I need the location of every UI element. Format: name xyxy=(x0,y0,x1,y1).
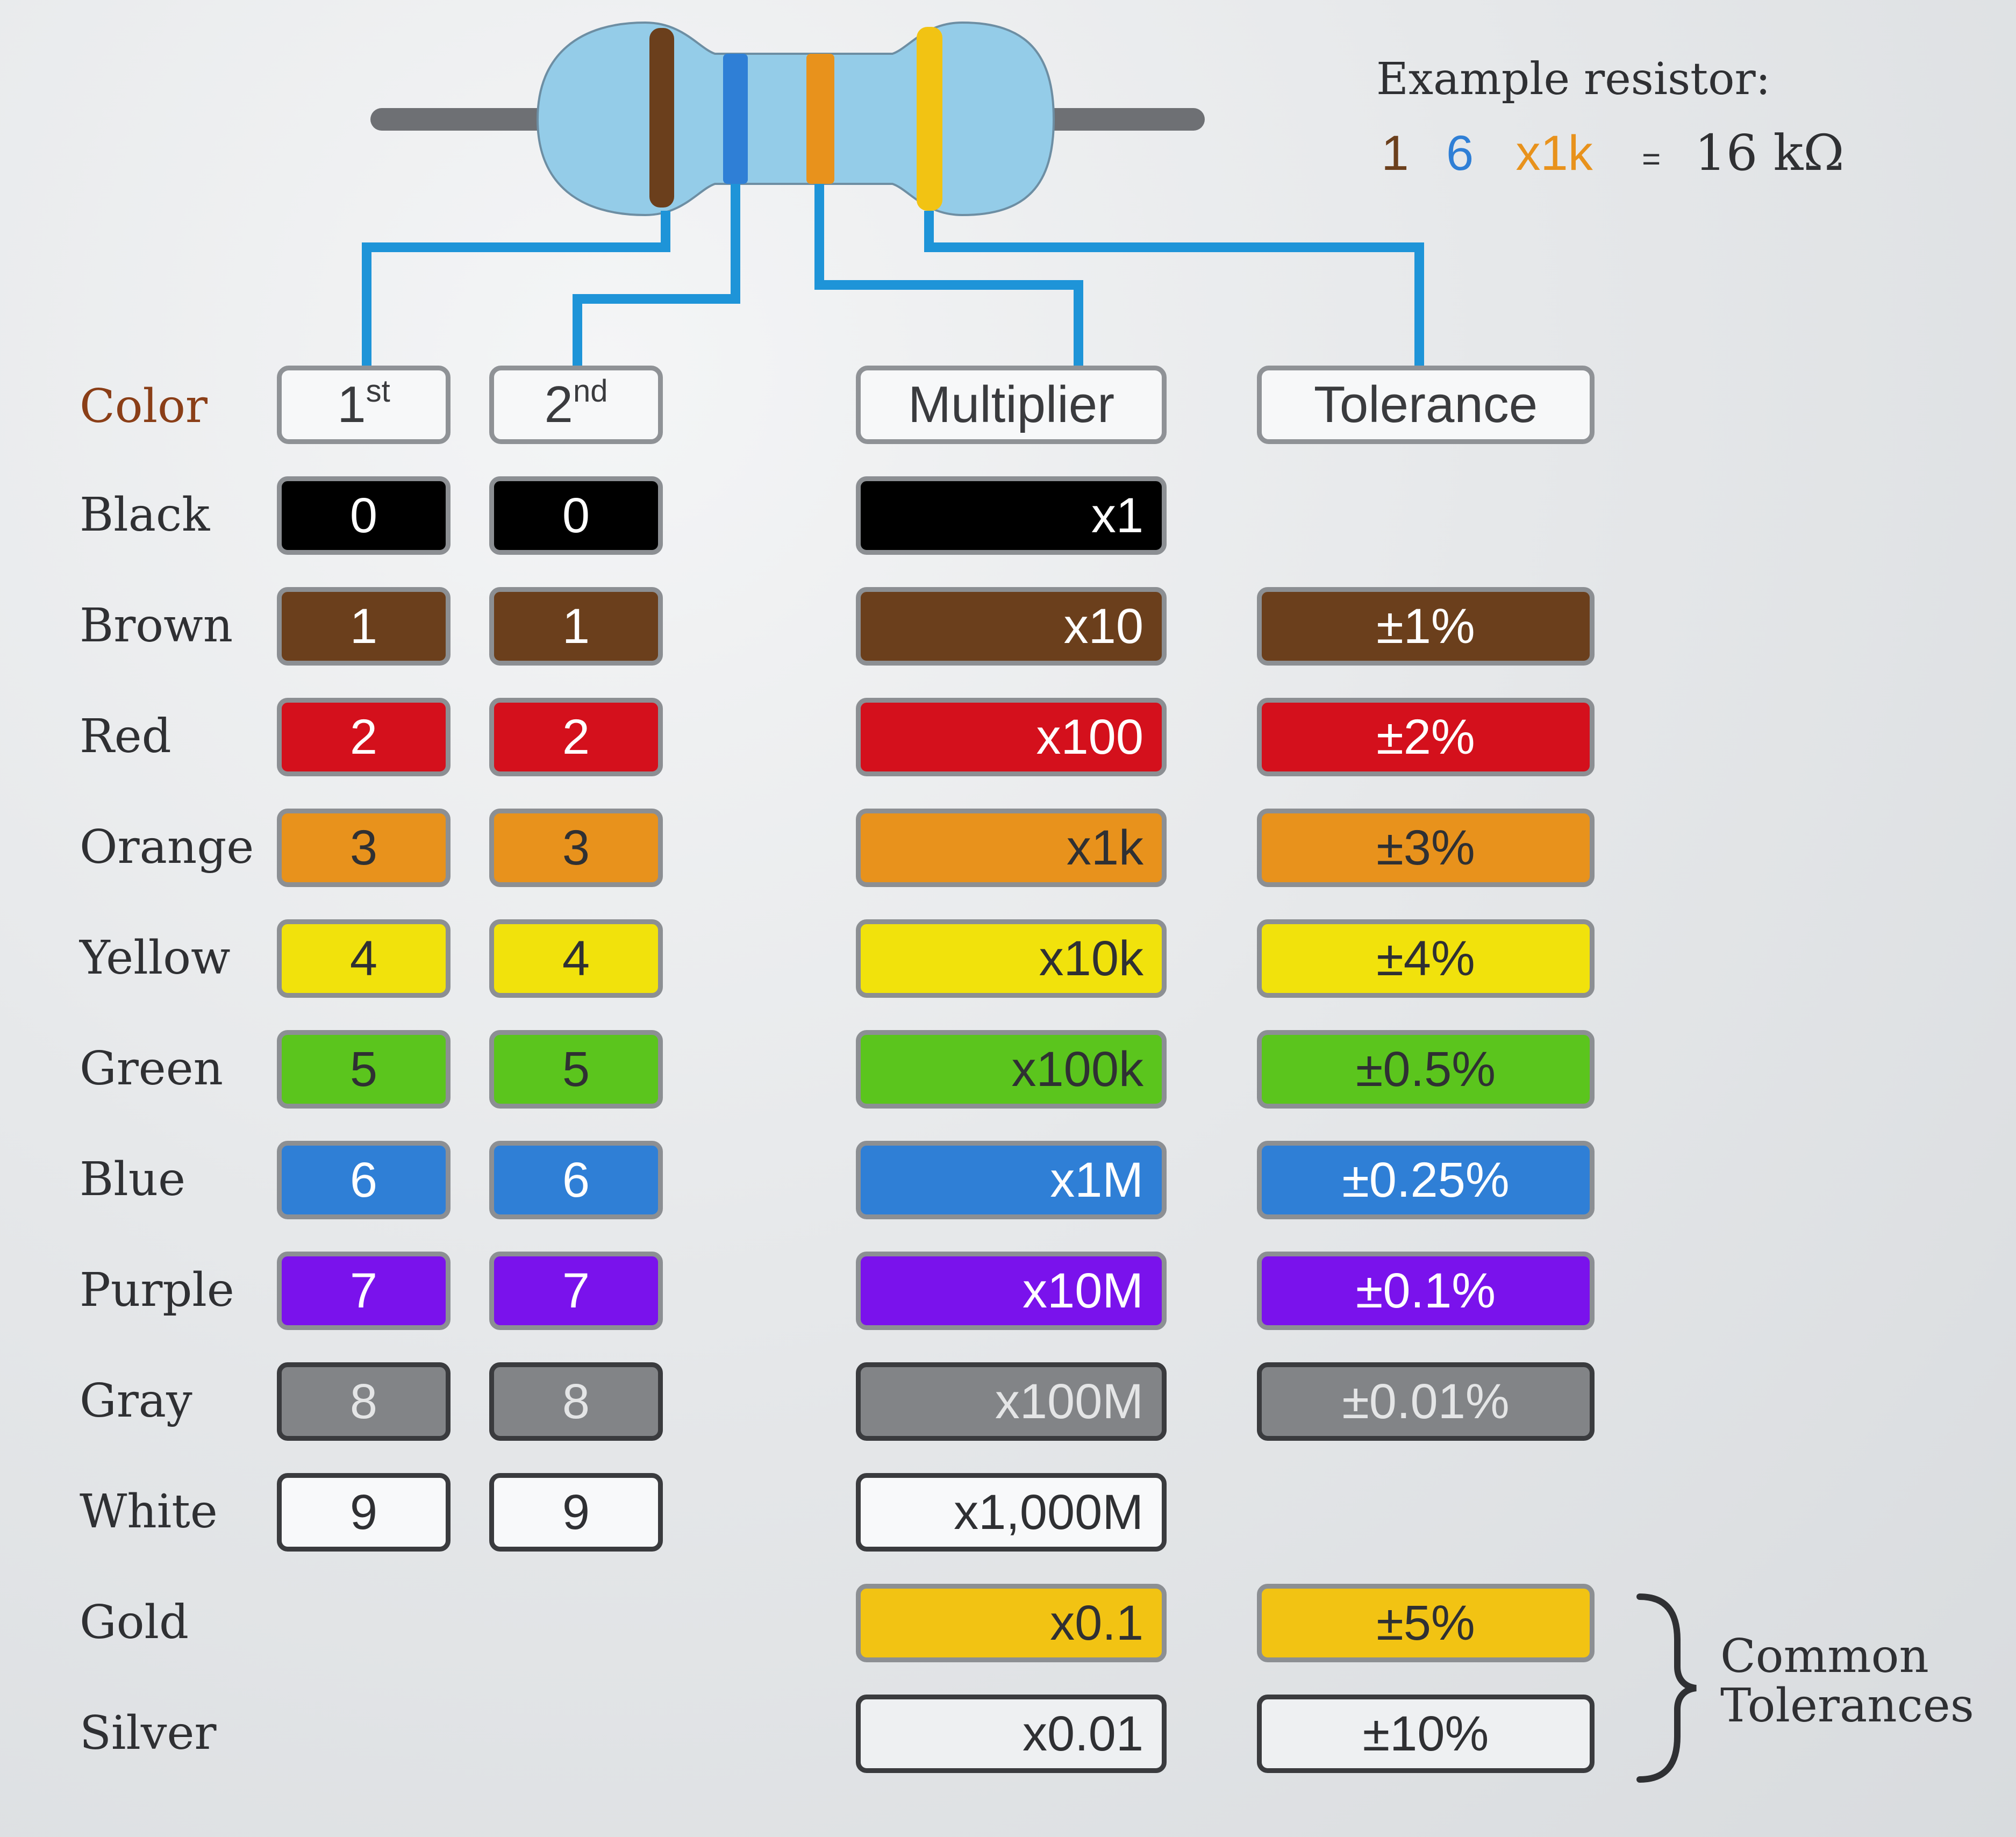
white-d1-cell: 9 xyxy=(277,1473,451,1552)
first-band-header-suffix: st xyxy=(366,374,390,409)
silver-tol-cell: ±10% xyxy=(1257,1695,1595,1773)
row-label-green: Green xyxy=(80,1042,223,1096)
example-digit-2: 6 xyxy=(1446,126,1474,181)
example-formula: 1 6 x1k = 16 kΩ xyxy=(1371,124,1855,183)
first-band-header-number: 1 xyxy=(337,376,366,433)
resistor-band-1 xyxy=(649,28,674,208)
example-equals: = xyxy=(1642,141,1661,177)
resistor-body xyxy=(536,21,1055,217)
resistor-band-4 xyxy=(917,27,942,211)
row-label-blue: Blue xyxy=(80,1153,185,1206)
gray-d1-cell: 8 xyxy=(277,1362,451,1441)
gray-d2-cell: 8 xyxy=(489,1362,663,1441)
red-mult-cell: x100 xyxy=(856,698,1167,776)
brown-d2-cell: 1 xyxy=(489,587,663,666)
row-label-black: Black xyxy=(80,488,210,542)
blue-d1-cell: 6 xyxy=(277,1141,451,1219)
orange-d1-cell: 3 xyxy=(277,809,451,887)
yellow-d1-cell: 4 xyxy=(277,919,451,998)
example-title: Example resistor: xyxy=(1376,54,1771,105)
row-label-white: White xyxy=(80,1485,218,1539)
row-label-purple: Purple xyxy=(80,1263,234,1317)
black-d1-cell: 0 xyxy=(277,476,451,555)
yellow-mult-cell: x10k xyxy=(856,919,1167,998)
orange-mult-cell: x1k xyxy=(856,809,1167,887)
row-label-gold: Gold xyxy=(80,1596,189,1649)
gold-tol-cell: ±5% xyxy=(1257,1584,1595,1662)
green-mult-cell: x100k xyxy=(856,1030,1167,1109)
purple-d1-cell: 7 xyxy=(277,1252,451,1330)
green-d1-cell: 5 xyxy=(277,1030,451,1109)
red-tol-cell: ±2% xyxy=(1257,698,1595,776)
example-digit-1: 1 xyxy=(1381,126,1409,181)
blue-d2-cell: 6 xyxy=(489,1141,663,1219)
second-band-header: 2nd xyxy=(489,366,663,444)
red-d1-cell: 2 xyxy=(277,698,451,776)
yellow-tol-cell: ±4% xyxy=(1257,919,1595,998)
purple-tol-cell: ±0.1% xyxy=(1257,1252,1595,1330)
row-label-gray: Gray xyxy=(80,1374,192,1428)
orange-tol-cell: ±3% xyxy=(1257,809,1595,887)
white-mult-cell: x1,000M xyxy=(856,1473,1167,1552)
orange-d2-cell: 3 xyxy=(489,809,663,887)
gold-mult-cell: x0.1 xyxy=(856,1584,1167,1662)
row-label-yellow: Yellow xyxy=(80,931,231,985)
tolerance-header: Tolerance xyxy=(1257,366,1595,444)
common-tolerances-line-2: Tolerances xyxy=(1720,1679,1974,1733)
resistor-illustration xyxy=(362,21,1424,367)
example-result: 16 kΩ xyxy=(1695,124,1845,182)
row-label-brown: Brown xyxy=(80,599,233,653)
common-tolerances-brace xyxy=(1636,1593,1697,1783)
second-band-header-suffix: nd xyxy=(573,374,608,409)
black-mult-cell: x1 xyxy=(856,476,1167,555)
brown-d1-cell: 1 xyxy=(277,587,451,666)
blue-tol-cell: ±0.25% xyxy=(1257,1141,1595,1219)
resistor-band-2 xyxy=(723,54,748,184)
silver-mult-cell: x0.01 xyxy=(856,1695,1167,1773)
row-label-silver: Silver xyxy=(80,1706,217,1760)
green-d2-cell: 5 xyxy=(489,1030,663,1109)
row-label-red: Red xyxy=(80,710,171,763)
purple-mult-cell: x10M xyxy=(856,1252,1167,1330)
yellow-d2-cell: 4 xyxy=(489,919,663,998)
brown-mult-cell: x10 xyxy=(856,587,1167,666)
common-tolerances-line-1: Common xyxy=(1720,1629,1929,1683)
blue-mult-cell: x1M xyxy=(856,1141,1167,1219)
common-tolerances-label: Common Tolerances xyxy=(1720,1632,2000,1731)
green-tol-cell: ±0.5% xyxy=(1257,1030,1595,1109)
row-label-orange: Orange xyxy=(80,820,254,874)
resistor-band-3 xyxy=(806,54,834,184)
color-column-header: Color xyxy=(80,380,208,433)
black-d2-cell: 0 xyxy=(489,476,663,555)
gray-mult-cell: x100M xyxy=(856,1362,1167,1441)
second-band-header-number: 2 xyxy=(544,376,573,433)
white-d2-cell: 9 xyxy=(489,1473,663,1552)
first-band-header: 1st xyxy=(277,366,451,444)
connector-line-1 xyxy=(362,211,670,367)
red-d2-cell: 2 xyxy=(489,698,663,776)
purple-d2-cell: 7 xyxy=(489,1252,663,1330)
multiplier-header: Multiplier xyxy=(856,366,1167,444)
example-multiplier: x1k xyxy=(1515,126,1593,181)
brown-tol-cell: ±1% xyxy=(1257,587,1595,666)
gray-tol-cell: ±0.01% xyxy=(1257,1362,1595,1441)
resistor-color-code-chart: Example resistor: 1 6 x1k = 16 kΩ Color … xyxy=(0,0,2016,1837)
